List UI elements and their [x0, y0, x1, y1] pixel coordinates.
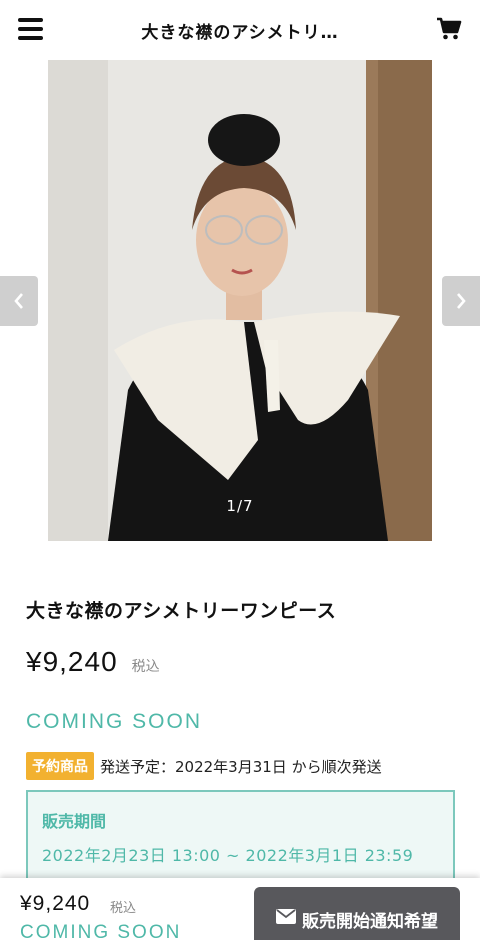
- sale-period-box: 販売期間 2022年2月23日 13:00 ~ 2022年3月1日 23:59: [26, 790, 455, 880]
- bottom-price: ¥9,240: [20, 892, 91, 915]
- price-row: ¥9,240 税込: [26, 646, 160, 678]
- bottom-purchase-bar: ¥9,240 税込 COMING SOON 販売開始通知希望: [0, 878, 480, 940]
- hamburger-menu-icon[interactable]: [18, 18, 43, 40]
- shipping-text: 発送予定：2022年3月31日 から順次発送: [100, 757, 382, 776]
- product-image-carousel[interactable]: 1/7: [0, 60, 480, 542]
- product-photo: 1/7: [48, 60, 432, 541]
- cart-icon[interactable]: [436, 16, 462, 42]
- page-title: 大きな襟のアシメトリ…: [141, 22, 339, 43]
- shipping-info: 予約商品 発送予定：2022年3月31日 から順次発送: [26, 752, 382, 780]
- tax-label: 税込: [131, 659, 160, 675]
- bottom-tax-label: 税込: [110, 901, 137, 916]
- notify-button-label: 販売開始通知希望: [302, 912, 438, 932]
- preorder-badge: 予約商品: [26, 752, 94, 780]
- notify-button[interactable]: 販売開始通知希望: [254, 887, 460, 940]
- envelope-icon: [276, 909, 296, 924]
- sale-period-title: 販売期間: [42, 812, 107, 831]
- sale-period-dates: 2022年2月23日 13:00 ~ 2022年3月1日 23:59: [42, 846, 414, 865]
- image-counter: 1/7: [226, 497, 254, 515]
- chevron-right-icon: [457, 293, 466, 309]
- product-name: 大きな襟のアシメトリーワンピース: [26, 600, 337, 622]
- product-price: ¥9,240: [26, 646, 118, 677]
- coming-soon-status: COMING SOON: [26, 710, 203, 733]
- bottom-coming-soon: COMING SOON: [20, 922, 182, 940]
- next-image-button[interactable]: [442, 276, 480, 326]
- chevron-left-icon: [14, 293, 23, 309]
- app-header: 大きな襟のアシメトリ…: [0, 0, 480, 60]
- prev-image-button[interactable]: [0, 276, 38, 326]
